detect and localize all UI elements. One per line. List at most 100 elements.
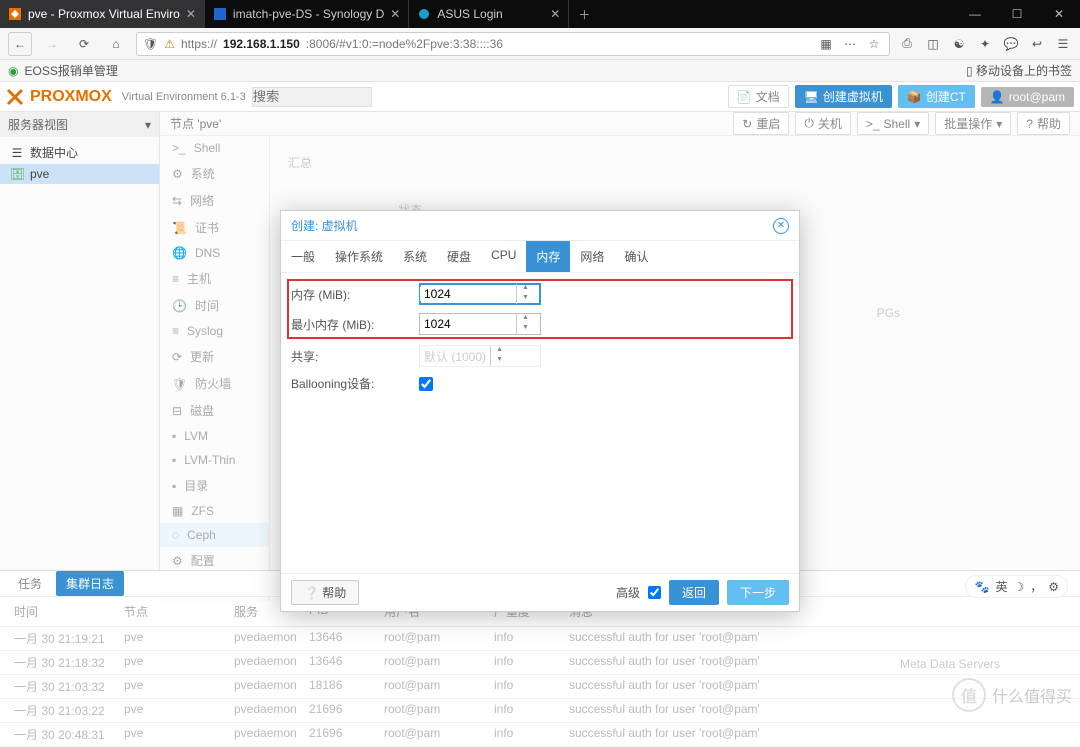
advanced-checkbox[interactable] (648, 586, 661, 599)
memory-field[interactable] (420, 287, 516, 301)
close-icon[interactable]: ✕ (186, 7, 196, 21)
pve-favicon-icon (8, 7, 22, 21)
search-input[interactable] (252, 87, 372, 107)
tab-label: ASUS Login (437, 7, 502, 21)
library-icon[interactable]: ⎙ (898, 36, 916, 51)
nav-dns[interactable]: 🌐 DNS (160, 241, 269, 265)
col-node[interactable]: 节点 (120, 601, 230, 622)
menu-icon[interactable]: ☰ (1054, 37, 1072, 51)
min-memory-field[interactable] (420, 317, 516, 331)
paw-icon: 🐾 (974, 580, 989, 594)
nav-firewall[interactable]: 🛡 防火墙 (160, 370, 269, 397)
dialog-tab-3[interactable]: 硬盘 (437, 241, 481, 272)
extension-icon[interactable]: ☯ (950, 37, 968, 51)
url-input[interactable]: 🛡 ⚠ https://192.168.1.150:8006/#v1:0:=no… (136, 32, 890, 56)
server-view-nav: 服务器视图▾ ☰数据中心 🗄pve (0, 112, 160, 570)
nav-lvmthin[interactable]: ▪ LVM-Thin (160, 448, 269, 472)
min-memory-label: 最小内存 (MiB): (291, 316, 419, 333)
log-row[interactable]: 一月 30 21:03:22pvepvedaemon21696root@pami… (0, 699, 1080, 723)
tab-label: pve - Proxmox Virtual Enviro (28, 7, 180, 21)
back-button[interactable]: ← (8, 32, 32, 56)
tree-datacenter[interactable]: ☰数据中心 (0, 141, 159, 164)
close-icon[interactable]: ✕ (550, 7, 560, 21)
moon-icon[interactable]: ☽ (1013, 580, 1024, 594)
memory-input[interactable]: ▲▼ (419, 283, 541, 305)
more-icon[interactable]: ⋯ (841, 37, 859, 51)
user-menu[interactable]: 👤 root@pam (981, 87, 1074, 107)
qr-icon[interactable]: ▦ (817, 37, 835, 51)
back-button[interactable]: 返回 (669, 580, 719, 605)
browser-tab[interactable]: pve - Proxmox Virtual Enviro ✕ (0, 0, 205, 28)
docs-button[interactable]: 📄 文档 (728, 85, 789, 108)
next-button[interactable]: 下一步 (727, 580, 789, 605)
dialog-close-icon[interactable]: ✕ (773, 218, 789, 234)
shell-button[interactable]: >_ Shell ▾ (857, 112, 929, 135)
ime-toolbar[interactable]: 🐾 英 ☽ ， ⚙ (965, 575, 1068, 598)
tasks-tab[interactable]: 任务 (8, 571, 52, 596)
nav-system[interactable]: ⚙ 系统 (160, 160, 269, 187)
dialog-tab-5[interactable]: 内存 (526, 241, 570, 272)
star-icon[interactable]: ☆ (865, 37, 883, 51)
lock-warning-icon: ⚠ (164, 37, 175, 51)
help-button[interactable]: ❔ 帮助 (291, 580, 359, 605)
chat-icon[interactable]: 💬 (1002, 37, 1020, 51)
close-window-icon[interactable]: ✕ (1038, 0, 1080, 28)
log-row[interactable]: 一月 30 21:18:32pvepvedaemon13646root@pami… (0, 651, 1080, 675)
min-memory-input[interactable]: ▲▼ (419, 313, 541, 335)
help-button[interactable]: ? 帮助 (1017, 112, 1070, 135)
memory-spinner[interactable]: ▲▼ (516, 284, 534, 304)
close-icon[interactable]: ✕ (390, 7, 400, 21)
create-vm-button[interactable]: 🖥 创建虚拟机 (795, 85, 892, 108)
create-ct-button[interactable]: 📦 创建CT (898, 85, 975, 108)
balloon-checkbox[interactable] (419, 377, 433, 391)
dialog-tab-2[interactable]: 系统 (393, 241, 437, 272)
clusterlog-tab[interactable]: 集群日志 (56, 571, 124, 596)
nav-ceph[interactable]: ◌ Ceph (160, 523, 269, 547)
bookmark-item[interactable]: EOSS报销单管理 (24, 62, 117, 79)
mobile-bookmarks[interactable]: ▯ 移动设备上的书签 (966, 62, 1072, 79)
new-tab-button[interactable]: ＋ (569, 0, 599, 28)
sync-icon[interactable]: ↩ (1028, 37, 1046, 51)
home-button[interactable]: ⌂ (104, 32, 128, 56)
nav-network[interactable]: ⇆ 网络 (160, 187, 269, 214)
nav-time[interactable]: 🕒 时间 (160, 292, 269, 319)
maximize-icon[interactable]: ☐ (996, 0, 1038, 28)
dialog-tab-1[interactable]: 操作系统 (325, 241, 393, 272)
tree-node-pve[interactable]: 🗄pve (0, 164, 159, 184)
nav-cert[interactable]: 📜 证书 (160, 214, 269, 241)
col-time[interactable]: 时间 (10, 601, 120, 622)
shield-icon: 🛡 (143, 37, 158, 51)
reboot-button[interactable]: ↻ 重启 (733, 112, 789, 135)
nav-disks[interactable]: ⊟ 磁盘 (160, 397, 269, 424)
nav-hosts[interactable]: ≡ 主机 (160, 265, 269, 292)
dialog-tab-4[interactable]: CPU (481, 241, 526, 272)
comma-icon[interactable]: ， (1030, 578, 1042, 595)
nav-lvm[interactable]: ▪ LVM (160, 424, 269, 448)
log-row[interactable]: 一月 30 21:19:21pvepvedaemon13646root@pami… (0, 627, 1080, 651)
nav-zfs[interactable]: ▦ ZFS (160, 499, 269, 523)
dialog-tab-7[interactable]: 确认 (614, 241, 658, 272)
browser-tab[interactable]: ASUS Login ✕ (409, 0, 569, 28)
browser-tab[interactable]: imatch-pve-DS - Synology D ✕ (205, 0, 409, 28)
nav-updates[interactable]: ⟳ 更新 (160, 343, 269, 370)
watermark: 值 什么值得买 (952, 678, 1072, 712)
node-path: 节点 'pve' (170, 115, 221, 132)
min-memory-spinner[interactable]: ▲▼ (516, 314, 534, 334)
url-host: 192.168.1.150 (223, 37, 300, 51)
ext2-icon[interactable]: ✦ (976, 37, 994, 51)
nav-shell[interactable]: >_ Shell (160, 136, 269, 160)
log-row[interactable]: 一月 30 21:03:32pvepvedaemon18186root@pami… (0, 675, 1080, 699)
log-row[interactable]: 一月 30 20:48:31pvepvedaemon21696root@pami… (0, 723, 1080, 747)
forward-button[interactable]: → (40, 32, 64, 56)
nav-syslog[interactable]: ≡ Syslog (160, 319, 269, 343)
bulk-button[interactable]: 批量操作 ▾ (935, 112, 1011, 135)
dialog-tab-6[interactable]: 网络 (570, 241, 614, 272)
shutdown-button[interactable]: ⏻ 关机 (795, 112, 851, 135)
minimize-icon[interactable]: — (954, 0, 996, 28)
nav-dir[interactable]: ▪ 目录 (160, 472, 269, 499)
leftnav-title[interactable]: 服务器视图▾ (0, 112, 159, 137)
dialog-tab-0[interactable]: 一般 (281, 241, 325, 272)
reload-button[interactable]: ⟳ (72, 32, 96, 56)
gear-icon[interactable]: ⚙ (1048, 580, 1059, 594)
sidebar-icon[interactable]: ◫ (924, 37, 942, 51)
